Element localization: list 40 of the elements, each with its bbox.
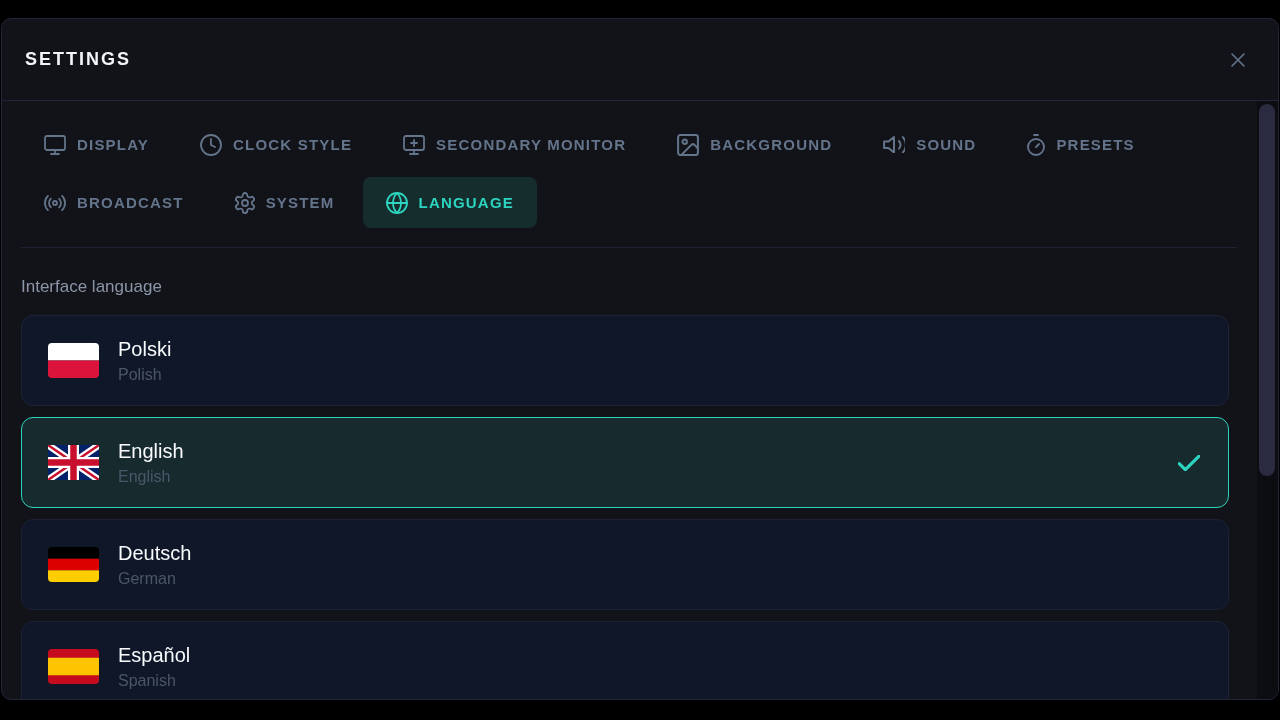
dialog-title: SETTINGS [25,49,131,70]
settings-tab[interactable]: BACKGROUND [654,119,856,170]
flag-icon [48,547,99,582]
settings-tab[interactable]: CLOCK STYLE [177,119,376,170]
language-option[interactable]: Español Spanish [21,621,1229,699]
gear-icon [234,191,255,214]
language-name: Polski [118,337,172,361]
settings-tab[interactable]: LANGUAGE [362,177,537,228]
settings-tab[interactable]: PRESETS [1004,119,1158,170]
scrollbar[interactable] [1257,101,1278,699]
broadcast-icon [44,194,66,211]
flag-icon [48,445,99,480]
language-option[interactable]: English English [21,417,1229,508]
scrollbar-thumb[interactable] [1259,104,1275,476]
section-label: Interface language [21,276,163,298]
settings-tab[interactable]: SECONDARY MONITOR [380,119,650,170]
language-english-name: Spanish [118,671,177,690]
monitor-icon [44,134,66,155]
language-english-name: English [118,467,172,486]
clock-icon [200,133,223,156]
stopwatch-icon [1027,133,1046,156]
settings-tab[interactable]: DISPLAY [21,119,173,170]
checkmark-icon [1178,454,1200,471]
language-option[interactable]: Polski Polish [21,315,1229,406]
speaker-icon [883,135,906,154]
language-option[interactable]: Deutsch German [21,519,1229,610]
language-name: Español [118,643,191,667]
flag-icon [48,649,99,684]
language-english-name: Polish [118,365,163,384]
settings-tab[interactable]: SOUND [860,119,1000,170]
settings-tab[interactable]: BROADCAST [21,177,207,228]
flag-icon [48,343,99,378]
globe-icon [385,191,408,214]
monitor-plus-icon [403,134,426,155]
settings-tab[interactable]: SYSTEM [211,177,358,228]
language-name: Deutsch [118,541,192,565]
language-english-name: German [118,569,177,588]
image-icon [677,133,700,156]
language-name: English [118,439,184,463]
close-icon [1231,52,1245,67]
